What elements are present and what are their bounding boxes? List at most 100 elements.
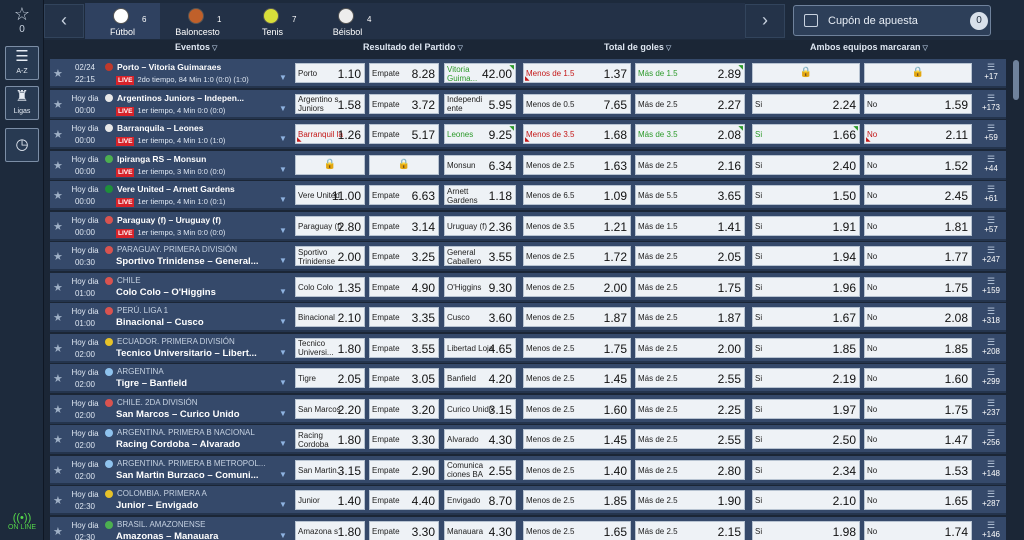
sport-tab-3[interactable]: 4 Béisbol	[310, 3, 385, 39]
odds-button[interactable]: Junior 1.40	[295, 490, 365, 510]
chevron-down-icon[interactable]: ▼	[279, 317, 287, 326]
odds-button[interactable]: No 2.08	[864, 307, 972, 327]
odds-button[interactable]: Binacional 2.10	[295, 307, 365, 327]
odds-button[interactable]: Más de 1.5 2.89 ◥	[635, 63, 745, 83]
odds-button[interactable]: Más de 2.5 2.15	[635, 520, 745, 540]
event-title[interactable]: Sportivo Trinidense – General...	[116, 256, 290, 267]
odds-button[interactable]: Curico Unido 3.15	[444, 398, 516, 419]
odds-button[interactable]: No 1.47	[864, 429, 972, 449]
odds-button[interactable]: Empate 4.40	[369, 490, 439, 510]
az-sort-button[interactable]: ☰ A-Z	[5, 46, 39, 80]
odds-button[interactable]: No 2.11 ◣	[864, 124, 972, 144]
odds-button[interactable]: Más de 2.5 2.00	[635, 337, 745, 358]
event-title[interactable]: Junior – Envigado	[116, 500, 290, 511]
odds-button[interactable]: Argentino s Juniors 1.58	[295, 93, 365, 114]
more-markets-button[interactable]: ☰ +146	[978, 520, 1004, 540]
odds-button[interactable]: Colo Colo 1.35	[295, 276, 365, 297]
odds-button[interactable]: Envigado 8.70	[444, 490, 516, 510]
more-markets-button[interactable]: ☰ +256	[978, 428, 1004, 448]
odds-button[interactable]: Si 1.85	[752, 337, 860, 358]
favorite-star-icon[interactable]: ★	[53, 372, 63, 385]
odds-button[interactable]: Vitoria Guima... 42.00 ◥	[444, 63, 516, 83]
odds-button[interactable]: No 1.65	[864, 490, 972, 510]
event-row[interactable]: ★ Hoy dia 02:00 ARGENTINA. PRIMERA B METROP…	[50, 455, 1006, 485]
chevron-down-icon[interactable]: ▼	[279, 104, 287, 113]
odds-button[interactable]: Menos de 2.5 1.85	[523, 490, 631, 510]
odds-button[interactable]: Empate 3.30	[369, 429, 439, 449]
odds-button[interactable]: Más de 2.5 2.80	[635, 459, 745, 480]
odds-button[interactable]: Cusco 3.60	[444, 307, 516, 327]
event-title[interactable]: San Martin Burzaco – Comuni...	[116, 470, 290, 481]
odds-button[interactable]: Empate 3.05	[369, 368, 439, 388]
odds-button[interactable]: Empate 5.17	[369, 124, 439, 144]
event-title[interactable]: Colo Colo – O'Higgins	[116, 287, 290, 298]
odds-button[interactable]: Menos de 2.5 1.65	[523, 520, 631, 540]
odds-button[interactable]: Manauara 4.30	[444, 520, 516, 540]
event-row[interactable]: ★ Hoy dia 02:00 CHILE. 2DA DIVISIÓN San Marc…	[50, 394, 1006, 424]
odds-button[interactable]: Porto 1.10	[295, 63, 365, 83]
header-events[interactable]: Eventos ▽	[175, 42, 217, 52]
favorite-star-icon[interactable]: ★	[53, 189, 63, 202]
favorites-button[interactable]: ☆ 0	[6, 4, 38, 40]
odds-button[interactable]: Empate 3.25	[369, 246, 439, 266]
odds-button[interactable]: Libertad Loja 4.65	[444, 337, 516, 358]
odds-button[interactable]: Paraguay (f) 2.80	[295, 215, 365, 236]
odds-button[interactable]: Más de 2.5 2.05	[635, 246, 745, 266]
odds-button[interactable]: San Marcos 2.20	[295, 398, 365, 419]
chevron-down-icon[interactable]: ▼	[279, 195, 287, 204]
odds-button[interactable]: Sportivo Trinidense 2.00	[295, 246, 365, 266]
odds-button[interactable]: Empate 4.90	[369, 276, 439, 297]
odds-button[interactable]: Menos de 2.5 1.87	[523, 307, 631, 327]
favorite-star-icon[interactable]: ★	[53, 494, 63, 507]
odds-button[interactable]: O'Higgins 9.30	[444, 276, 516, 297]
event-title[interactable]: Barranquila – Leones	[117, 123, 291, 133]
odds-button[interactable]: Menos de 2.5 2.00	[523, 276, 631, 297]
sport-tab-2[interactable]: 7 Tenis	[235, 3, 310, 39]
odds-button[interactable]: Empate 3.20	[369, 398, 439, 419]
odds-button[interactable]: Tecnico Universi... 1.80	[295, 337, 365, 358]
odds-button[interactable]: Menos de 2.5 1.45	[523, 429, 631, 449]
chevron-down-icon[interactable]: ▼	[279, 165, 287, 174]
favorite-star-icon[interactable]: ★	[53, 250, 63, 263]
odds-button[interactable]: Si 2.10	[752, 490, 860, 510]
odds-button[interactable]: Más de 2.5 2.25	[635, 398, 745, 419]
odds-button[interactable]: Uruguay (f) 2.36	[444, 215, 516, 236]
chevron-down-icon[interactable]: ▼	[279, 134, 287, 143]
odds-button[interactable]: Más de 3.5 2.08 ◥	[635, 124, 745, 144]
favorite-star-icon[interactable]: ★	[53, 464, 63, 477]
favorite-star-icon[interactable]: ★	[53, 67, 63, 80]
event-row[interactable]: ★ Hoy dia 02:00 ARGENTINA. PRIMERA B NACION…	[50, 425, 1006, 454]
odds-button[interactable]: Racing Cordoba 1.80	[295, 429, 365, 449]
odds-button[interactable]: Más de 1.5 1.41	[635, 215, 745, 236]
more-markets-button[interactable]: ☰ +287	[978, 489, 1004, 509]
odds-button[interactable]: Arnett Gardens 1.18	[444, 185, 516, 205]
event-title[interactable]: Paraguay (f) – Uruguay (f)	[117, 215, 291, 225]
chevron-down-icon[interactable]: ▼	[279, 439, 287, 448]
event-row[interactable]: ★ Hoy dia 00:00 Ipiranga RS – Monsun LIVE 1er…	[50, 150, 1006, 180]
chevron-down-icon[interactable]: ▼	[279, 73, 287, 82]
more-markets-button[interactable]: ☰ +299	[978, 367, 1004, 387]
event-row[interactable]: ★ Hoy dia 00:00 Paraguay (f) – Uruguay (f) L…	[50, 211, 1006, 241]
odds-button[interactable]: Más de 5.5 3.65	[635, 185, 745, 205]
odds-button[interactable]: No 1.85	[864, 337, 972, 358]
favorite-star-icon[interactable]: ★	[53, 281, 63, 294]
odds-button[interactable]: Si 1.50	[752, 185, 860, 205]
more-markets-button[interactable]: ☰ +159	[978, 276, 1004, 296]
odds-button[interactable]: Menos de 2.5 1.75	[523, 337, 631, 358]
sports-prev-button[interactable]: ‹	[44, 4, 84, 38]
odds-button[interactable]: Más de 2.5 1.75	[635, 276, 745, 297]
odds-button[interactable]: Menos de 2.5 1.40	[523, 459, 631, 480]
odds-button[interactable]: Menos de 1.5 1.37 ◣	[523, 63, 631, 83]
more-markets-button[interactable]: ☰ +173	[978, 93, 1004, 113]
odds-button[interactable]: Si 1.98	[752, 520, 860, 540]
chevron-down-icon[interactable]: ▼	[279, 348, 287, 357]
event-row[interactable]: ★ Hoy dia 02:30 BRASIL. AMAZONENSE Amazonas …	[50, 516, 1006, 540]
odds-button[interactable]: Empate 3.14	[369, 215, 439, 236]
event-row[interactable]: ★ Hoy dia 00:00 Argentinos Juniors – Indepe…	[50, 89, 1006, 119]
odds-button[interactable]: Más de 2.5 2.55	[635, 368, 745, 388]
chevron-down-icon[interactable]: ▼	[279, 226, 287, 235]
odds-button[interactable]: Empate 2.90	[369, 459, 439, 480]
chevron-down-icon[interactable]: ▼	[279, 470, 287, 479]
leagues-button[interactable]: ♜ Ligas	[5, 86, 39, 120]
chevron-down-icon[interactable]: ▼	[279, 531, 287, 540]
